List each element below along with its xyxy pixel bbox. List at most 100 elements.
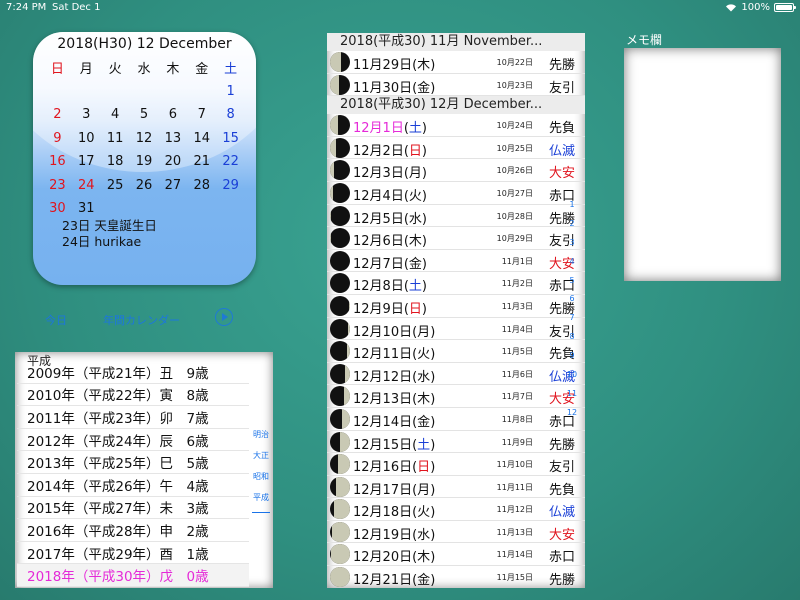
era-year-row[interactable]: 2009年（平成21年）丑 9歳 [17, 361, 249, 384]
yearly-calendar-button[interactable]: 年間カレンダー [103, 312, 180, 328]
era-year-row[interactable]: 2016年（平成28年）申 2歳 [17, 519, 249, 542]
day-row[interactable]: 12月8日(土) 11月2日 赤口 [327, 272, 585, 295]
day-weekday: 木 [417, 392, 431, 408]
calendar-day[interactable]: 3 [72, 107, 101, 122]
calendar-day[interactable]: 14 [187, 131, 216, 146]
calendar-day[interactable]: 5 [130, 107, 159, 122]
calendar-day[interactable]: 22 [216, 154, 245, 169]
day-row[interactable]: 12月7日(金) 11月1日 大安 [327, 250, 585, 273]
calendar-day[interactable]: 8 [216, 107, 245, 122]
calendar-day[interactable]: 18 [101, 154, 130, 169]
era-year-row[interactable]: 2013年（平成25年）巳 5歳 [17, 451, 249, 474]
day-row[interactable]: 12月14日(金) 11月8日 赤口 [327, 408, 585, 431]
month-index-item[interactable]: 7 [565, 309, 579, 328]
day-weekday: 木 [417, 550, 431, 566]
day-list[interactable]: 2018(平成30) 11月 November... 11月29日(木) 10月22… [327, 33, 585, 588]
month-index-item[interactable]: 5 [565, 272, 579, 291]
era-year-list[interactable]: 2009年（平成21年）丑 9歳 2010年（平成22年）寅 8歳 2011年（平成… [17, 361, 249, 587]
day-row[interactable]: 12月1日(土) 10月24日 先負 [327, 114, 585, 137]
month-index-item[interactable]: 4 [565, 253, 579, 272]
day-row[interactable]: 12月5日(水) 10月28日 先勝 [327, 205, 585, 228]
day-row[interactable]: 12月13日(木) 11月7日 大安 [327, 385, 585, 408]
era-year-panel[interactable]: 2009年（平成21年）丑 9歳 2010年（平成22年）寅 8歳 2011年（平成… [15, 352, 273, 588]
calendar-day[interactable]: 10 [72, 131, 101, 146]
era-year-row[interactable]: 2015年（平成27年）未 3歳 [17, 497, 249, 520]
calendar-day[interactable]: 25 [101, 178, 130, 193]
day-row[interactable]: 11月30日(金) 10月23日 友引 [327, 74, 585, 97]
day-date: 12月7日 [353, 256, 404, 272]
day-row[interactable]: 12月3日(月) 10月26日 大安 [327, 159, 585, 182]
day-weekday: 金 [417, 80, 431, 96]
day-row[interactable]: 12月9日(日) 11月3日 先勝 [327, 295, 585, 318]
calendar-day[interactable]: 7 [187, 107, 216, 122]
day-row[interactable]: 12月19日(水) 11月13日 大安 [327, 521, 585, 544]
era-year-row[interactable]: 2017年（平成29年）酉 1歳 [17, 542, 249, 565]
day-row[interactable]: 12月12日(水) 11月6日 仏滅 [327, 363, 585, 386]
calendar-day[interactable]: 27 [158, 178, 187, 193]
calendar-day[interactable]: 24 [72, 178, 101, 193]
calendar-day[interactable]: 26 [130, 178, 159, 193]
month-section-header: 2018(平成30) 11月 November... [327, 33, 585, 51]
month-index-item[interactable]: 9 [565, 347, 579, 366]
day-row[interactable]: 12月10日(月) 11月4日 友引 [327, 318, 585, 341]
era-year-row[interactable]: 2011年（平成23年）卯 7歳 [17, 406, 249, 429]
calendar-day[interactable]: 15 [216, 131, 245, 146]
month-index-item[interactable]: 6 [565, 290, 579, 309]
play-icon[interactable] [215, 308, 233, 326]
moon-phase-icon [330, 250, 350, 271]
calendar-day[interactable]: 19 [130, 154, 159, 169]
moon-phase-icon [330, 74, 350, 95]
calendar-day[interactable]: 12 [130, 131, 159, 146]
month-calendar-widget[interactable]: 2018(H30) 12 December 日月火水木金土 1 2 3 4 5 6 7 8 9 10… [33, 32, 256, 285]
calendar-day[interactable]: 17 [72, 154, 101, 169]
month-index-item[interactable]: 1 [565, 196, 579, 215]
era-year-row[interactable]: 2012年（平成24年）辰 6歳 [17, 429, 249, 452]
month-index-item[interactable]: 3 [565, 234, 579, 253]
day-row[interactable]: 12月11日(火) 11月5日 先負 [327, 340, 585, 363]
day-row[interactable]: 12月17日(月) 11月11日 先負 [327, 476, 585, 499]
calendar-day[interactable]: 30 [43, 201, 72, 216]
calendar-day[interactable]: 4 [101, 107, 130, 122]
era-year-row[interactable]: 2010年（平成22年）寅 8歳 [17, 384, 249, 407]
calendar-day[interactable]: 21 [187, 154, 216, 169]
calendar-day[interactable]: 11 [101, 131, 130, 146]
era-index-item[interactable]: 昭和 [250, 466, 272, 487]
day-row[interactable]: 12月21日(金) 11月15日 先勝 [327, 566, 585, 588]
calendar-day[interactable]: 1 [216, 84, 245, 99]
day-row[interactable]: 11月29日(木) 10月22日 先勝 [327, 51, 585, 74]
calendar-day[interactable]: 29 [216, 178, 245, 193]
day-row[interactable]: 12月18日(火) 11月12日 仏滅 [327, 498, 585, 521]
calendar-day[interactable]: 28 [187, 178, 216, 193]
calendar-day[interactable]: 13 [158, 131, 187, 146]
month-index-item[interactable]: 11 [565, 385, 579, 404]
day-row[interactable]: 12月15日(土) 11月9日 先勝 [327, 431, 585, 454]
calendar-day[interactable]: 9 [43, 131, 72, 146]
moon-phase-icon [330, 295, 350, 316]
era-index-item[interactable]: 平成 [250, 487, 272, 508]
today-button[interactable]: 今日 [45, 312, 67, 328]
day-date: 12月12日 [353, 369, 413, 385]
day-row[interactable]: 12月4日(火) 10月27日 赤口 [327, 182, 585, 205]
day-row[interactable]: 12月20日(木) 11月14日 赤口 [327, 543, 585, 567]
day-date: 12月10日 [353, 324, 413, 340]
memo-area[interactable] [624, 48, 781, 281]
day-row[interactable]: 12月16日(日) 11月10日 友引 [327, 453, 585, 476]
era-index-item[interactable]: 大正 [250, 445, 272, 466]
era-year-row[interactable]: 2018年（平成30年）戊 0歳 [17, 564, 249, 587]
month-index-item[interactable]: 8 [565, 328, 579, 347]
calendar-day[interactable]: 31 [72, 201, 101, 216]
calendar-day[interactable]: 2 [43, 107, 72, 122]
calendar-day[interactable]: 6 [158, 107, 187, 122]
calendar-day[interactable]: 20 [158, 154, 187, 169]
era-index[interactable]: 明治 大正 昭和 平成 [250, 424, 272, 517]
day-row[interactable]: 12月6日(木) 10月29日 友引 [327, 227, 585, 250]
calendar-day[interactable]: 23 [43, 178, 72, 193]
era-year-row[interactable]: 2014年（平成26年）午 4歳 [17, 474, 249, 497]
month-index-item[interactable]: 12 [565, 404, 579, 423]
calendar-day[interactable]: 16 [43, 154, 72, 169]
month-index[interactable]: 1 2 3 4 5 6 7 8 9 10 11 12 [565, 196, 579, 423]
month-index-item[interactable]: 10 [565, 366, 579, 385]
month-index-item[interactable]: 2 [565, 215, 579, 234]
day-row[interactable]: 12月2日(日) 10月25日 仏滅 [327, 137, 585, 160]
era-index-item[interactable]: 明治 [250, 424, 272, 445]
